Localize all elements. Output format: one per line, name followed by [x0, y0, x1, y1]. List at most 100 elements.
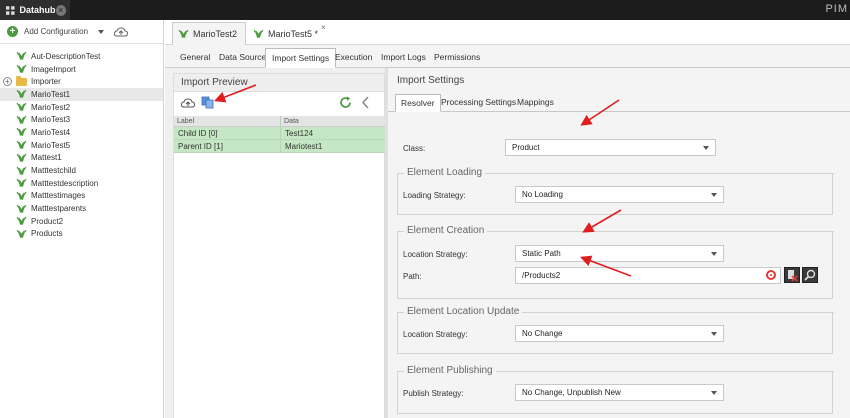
tree-item[interactable]: MarioTest4: [0, 126, 163, 139]
column-header-data[interactable]: Data: [281, 116, 385, 126]
tree-item[interactable]: Matttestdescription: [0, 177, 163, 190]
grid-header: Label Data: [174, 116, 385, 127]
location-update-strategy-label: Location Strategy:: [403, 330, 468, 339]
app-title: Datahub: [19, 5, 56, 15]
leaf-icon: [16, 64, 27, 74]
chevron-down-icon: [711, 391, 717, 395]
chevron-down-icon: [711, 252, 717, 256]
expand-icon[interactable]: +: [3, 77, 12, 87]
close-app-tab-button[interactable]: ×: [55, 4, 66, 16]
leaf-icon: [16, 166, 27, 176]
leaf-icon: [16, 153, 27, 163]
path-label: Path:: [403, 272, 422, 281]
tree-item[interactable]: Matttestimages: [0, 190, 163, 203]
tree-item[interactable]: Matttestchild: [0, 164, 163, 177]
leaf-icon: [16, 89, 27, 99]
loading-strategy-select[interactable]: No Loading: [515, 186, 724, 203]
import-settings-panel: Import Settings Resolver Processing Sett…: [388, 68, 850, 418]
leaf-icon: [16, 51, 27, 61]
loading-strategy-label: Loading Strategy:: [403, 191, 466, 200]
location-strategy-select[interactable]: Static Path: [515, 245, 724, 262]
document-tabs: MarioTest2 MarioTest5 * ×: [165, 20, 850, 45]
add-icon[interactable]: +: [7, 26, 18, 37]
leaf-icon: [16, 127, 27, 137]
clear-icon: [788, 270, 798, 282]
config-sidebar: + Add Configuration Aut-DescriptionTest …: [0, 20, 164, 418]
tree-item[interactable]: Product2: [0, 215, 163, 228]
chevron-down-icon[interactable]: [98, 29, 105, 34]
table-row[interactable]: Parent ID [1] Mariotest1: [174, 140, 385, 153]
class-label: Class:: [403, 144, 426, 153]
search-path-button[interactable]: [802, 267, 818, 283]
chevron-down-icon: [711, 332, 717, 336]
tree-folder[interactable]: + Importer: [0, 75, 163, 88]
preview-toolbar: [174, 92, 384, 113]
tree-item[interactable]: MarioTest3: [0, 113, 163, 126]
upload-icon[interactable]: [180, 95, 195, 110]
tab-resolver[interactable]: Resolver: [395, 94, 441, 112]
doc-tab-mariotest5[interactable]: MarioTest5 * ×: [248, 22, 331, 45]
main-area: MarioTest2 MarioTest5 * × General Data S…: [165, 20, 850, 418]
add-configuration-button[interactable]: Add Configuration: [24, 27, 88, 36]
element-creation-title: Element Creation: [404, 225, 488, 236]
tab-general[interactable]: General: [174, 48, 216, 68]
import-preview-title: Import Preview: [174, 74, 384, 92]
settings-tabs: Resolver Processing Settings Mappings: [388, 93, 850, 112]
element-creation-fieldset: [397, 231, 833, 299]
clear-path-button[interactable]: [784, 267, 800, 283]
config-sub-tabs: General Data Source Import Settings Exec…: [165, 45, 850, 68]
tree-item[interactable]: Mattest1: [0, 152, 163, 165]
location-strategy-label: Location Strategy:: [403, 250, 468, 259]
publish-strategy-select[interactable]: No Change, Unpublish New: [515, 384, 724, 401]
leaf-icon: [16, 178, 27, 188]
chevron-left-icon[interactable]: [358, 95, 373, 110]
tree-item[interactable]: Matttestparents: [0, 202, 163, 215]
search-icon: [804, 269, 816, 281]
location-update-strategy-select[interactable]: No Change: [515, 325, 724, 342]
column-header-label[interactable]: Label: [174, 116, 281, 126]
chevron-down-icon: [703, 146, 709, 150]
table-row[interactable]: Child ID [0] Test124: [174, 127, 385, 140]
upload-cloud-icon[interactable]: [114, 26, 129, 37]
copy-preview-icon[interactable]: [200, 95, 215, 110]
refresh-icon[interactable]: [338, 95, 353, 110]
folder-icon: [16, 75, 27, 86]
publish-strategy-label: Publish Strategy:: [403, 389, 464, 398]
leaf-icon: [253, 29, 264, 39]
tree-item[interactable]: MarioTest2: [0, 101, 163, 114]
tab-permissions[interactable]: Permissions: [428, 48, 486, 68]
leaf-icon: [16, 191, 27, 201]
tree-item[interactable]: Aut-DescriptionTest: [0, 50, 163, 63]
tab-import-logs[interactable]: Import Logs: [375, 48, 432, 68]
top-bar: Datahub × PIM: [0, 0, 850, 20]
leaf-icon: [16, 204, 27, 214]
doc-tab-mariotest2[interactable]: MarioTest2: [172, 22, 246, 45]
element-publishing-title: Element Publishing: [404, 365, 496, 376]
leaf-icon: [16, 216, 27, 226]
leaf-icon: [16, 229, 27, 239]
leaf-icon: [178, 29, 189, 39]
tree-item[interactable]: MarioTest1: [0, 88, 163, 101]
tree-item[interactable]: MarioTest5: [0, 139, 163, 152]
preview-grid: Label Data Child ID [0] Test124 Parent I…: [174, 116, 385, 153]
sidebar-toolbar: + Add Configuration: [0, 20, 163, 44]
element-loading-title: Element Loading: [404, 167, 486, 178]
config-tree: Aut-DescriptionTest ImageImport + Importe…: [0, 44, 163, 240]
leaf-icon: [16, 115, 27, 125]
import-settings-title: Import Settings: [388, 68, 850, 91]
locate-target-icon[interactable]: [766, 270, 776, 280]
tab-execution[interactable]: Execution: [329, 48, 378, 68]
path-input[interactable]: /Products2: [515, 267, 781, 284]
tab-processing-settings[interactable]: Processing Settings: [436, 94, 521, 112]
datahub-icon: [6, 5, 15, 15]
tab-mappings[interactable]: Mappings: [512, 94, 559, 112]
class-select[interactable]: Product: [505, 139, 716, 156]
tree-item[interactable]: ImageImport: [0, 63, 163, 76]
close-tab-icon[interactable]: ×: [321, 23, 326, 32]
brand-logo: PIM: [825, 3, 848, 15]
leaf-icon: [16, 102, 27, 112]
tab-import-settings[interactable]: Import Settings: [265, 48, 337, 68]
tab-data-source[interactable]: Data Source: [213, 48, 272, 68]
tree-item[interactable]: Products: [0, 228, 163, 241]
app-tab[interactable]: Datahub ×: [0, 0, 70, 20]
